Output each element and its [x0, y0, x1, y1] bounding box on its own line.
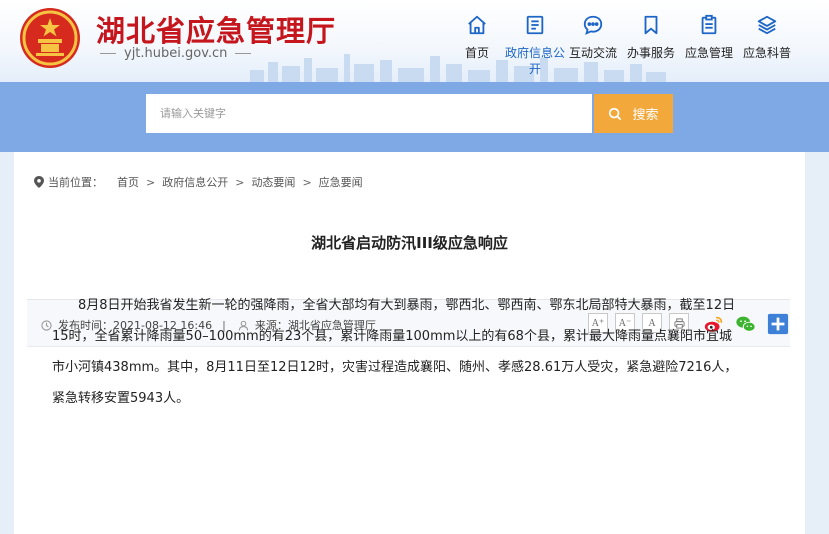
nav-label: 互动交流 — [568, 46, 617, 60]
breadcrumb-separator: > — [235, 175, 245, 189]
article-paragraph: 8月8日开始我省发生新一轮的强降雨，全省大部均有大到暴雨，鄂西北、鄂西南、鄂东北… — [52, 298, 738, 406]
nav-label: 应急科普 — [742, 46, 791, 60]
bookmark-icon — [644, 15, 658, 35]
site-title[interactable]: 湖北省应急管理厅 — [96, 8, 336, 50]
nav-item-emergency-mgmt[interactable]: 应急管理 — [680, 10, 738, 80]
site-domain: yjt.hubei.gov.cn — [124, 46, 228, 61]
nav-label: 办事服务 — [626, 46, 675, 60]
breadcrumb-separator: > — [146, 175, 156, 189]
nav-item-gov-info[interactable]: 政府信息公开 — [505, 10, 566, 80]
article-body: 8月8日开始我省发生新一轮的强降雨，全省大部均有大到暴雨，鄂西北、鄂西南、鄂东北… — [52, 290, 742, 414]
search-button[interactable]: 搜索 — [594, 94, 673, 133]
domain-dash-left — [100, 53, 116, 54]
clock-icon — [41, 319, 52, 331]
nav-item-home[interactable]: 首页 — [448, 10, 506, 80]
article-title: 湖北省启动防汛III级应急响应 — [311, 234, 508, 252]
more-share-button[interactable] — [766, 312, 790, 336]
location-pin-icon — [34, 176, 44, 188]
site-domain-row: yjt.hubei.gov.cn — [100, 46, 252, 61]
nav-label: 应急管理 — [684, 46, 733, 60]
breadcrumb-gov-info[interactable]: 政府信息公开 — [162, 174, 228, 190]
plus-icon — [767, 313, 789, 335]
home-icon — [468, 15, 486, 35]
search-input[interactable] — [146, 94, 592, 133]
nav-label: 首页 — [464, 46, 489, 60]
national-emblem-icon — [20, 8, 80, 68]
domain-dash-right — [235, 53, 252, 54]
layers-icon — [757, 15, 777, 35]
nav-label: 政府信息公开 — [505, 46, 566, 76]
document-icon — [526, 15, 544, 35]
nav-item-science[interactable]: 应急科普 — [738, 10, 796, 80]
clipboard-icon — [701, 14, 717, 35]
breadcrumb: 当前位置： 首页 > 政府信息公开 > 动态要闻 > 应急要闻 — [34, 174, 363, 190]
nav-item-services[interactable]: 办事服务 — [622, 10, 680, 80]
breadcrumb-label: 当前位置： — [48, 176, 103, 189]
search-icon — [609, 107, 622, 120]
breadcrumb-emergency-news[interactable]: 应急要闻 — [319, 174, 363, 190]
nav-item-interaction[interactable]: 互动交流 — [564, 10, 622, 80]
breadcrumb-home[interactable]: 首页 — [117, 174, 139, 190]
chat-icon — [583, 15, 603, 35]
breadcrumb-separator: > — [302, 175, 312, 189]
main-nav: 首页 政府信息公开 互动交流 办事服务 应急管理 应急科普 — [448, 10, 796, 80]
breadcrumb-news[interactable]: 动态要闻 — [251, 174, 295, 190]
search-button-label: 搜索 — [632, 108, 659, 123]
site-header: 湖北省应急管理厅 yjt.hubei.gov.cn 首页 政府信息公开 互动交流… — [0, 0, 829, 82]
